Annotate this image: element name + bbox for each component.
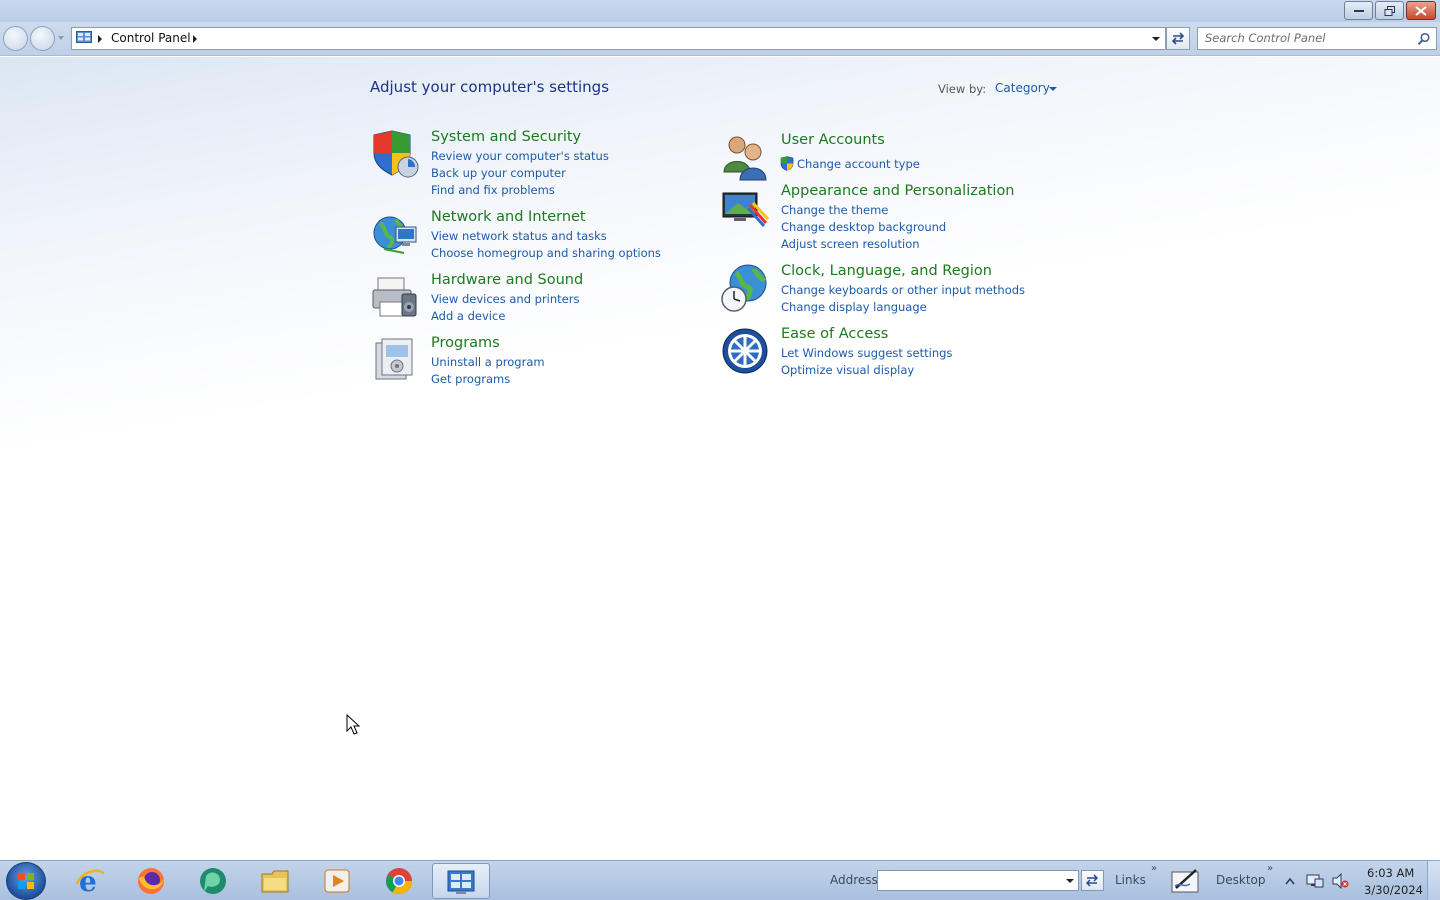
tablet-input-icon[interactable]	[1170, 866, 1202, 896]
close-button[interactable]	[1406, 1, 1436, 20]
link-uninstall-a-program[interactable]: Uninstall a program	[431, 355, 545, 369]
link-find-and-fix-problems[interactable]: Find and fix problems	[431, 183, 555, 197]
link-adjust-screen-resolution[interactable]: Adjust screen resolution	[781, 237, 920, 251]
forward-button[interactable]	[30, 26, 55, 51]
close-icon	[1415, 5, 1427, 16]
page-title: Adjust your computer's settings	[370, 78, 610, 96]
taskbar-media-player[interactable]	[309, 863, 365, 899]
go-icon	[1085, 874, 1099, 887]
chrome-icon	[385, 868, 413, 895]
breadcrumb-arrow-icon[interactable]	[98, 35, 102, 43]
network-tray-icon[interactable]	[1306, 873, 1324, 889]
start-button[interactable]	[6, 862, 46, 900]
taskbar-address-label: Address	[830, 873, 878, 887]
green-app-icon	[200, 868, 226, 894]
refresh-icon	[1171, 32, 1185, 45]
programs-icon[interactable]	[370, 335, 420, 385]
link-change-desktop-background[interactable]: Change desktop background	[781, 220, 946, 234]
minimize-button[interactable]	[1344, 1, 1373, 20]
address-dropdown-icon[interactable]	[1152, 37, 1160, 41]
desktop-chevron-icon[interactable]: »	[1267, 863, 1273, 874]
search-icon[interactable]	[1417, 32, 1431, 46]
taskbar-control-panel[interactable]	[432, 863, 490, 899]
show-hidden-icons-icon[interactable]	[1285, 877, 1295, 885]
restore-icon	[1384, 5, 1395, 16]
category-title-network-and-internet[interactable]: Network and Internet	[431, 209, 586, 225]
monitor-paint-icon[interactable]	[720, 183, 770, 233]
users-icon[interactable]	[720, 132, 770, 182]
search-box[interactable]	[1197, 27, 1437, 50]
link-change-display-language[interactable]: Change display language	[781, 300, 927, 314]
clock-date[interactable]: 3/30/2024	[1364, 883, 1423, 897]
taskbar-chrome[interactable]	[371, 863, 427, 899]
link-review-computer-status[interactable]: Review your computer's status	[431, 149, 609, 163]
breadcrumb-control-panel[interactable]: Control Panel	[111, 31, 191, 45]
refresh-button[interactable]	[1166, 27, 1190, 50]
link-get-programs[interactable]: Get programs	[431, 372, 510, 386]
media-player-icon	[324, 869, 350, 893]
link-back-up-computer[interactable]: Back up your computer	[431, 166, 566, 180]
category-title-user-accounts[interactable]: User Accounts	[781, 132, 885, 148]
view-by-dropdown[interactable]: Category	[995, 81, 1050, 95]
link-choose-homegroup[interactable]: Choose homegroup and sharing options	[431, 246, 661, 260]
link-add-a-device[interactable]: Add a device	[431, 309, 505, 323]
category-title-system-and-security[interactable]: System and Security	[431, 129, 581, 145]
link-change-account-type[interactable]: Change account type	[797, 157, 920, 171]
category-title-clock-language-and-region[interactable]: Clock, Language, and Region	[781, 263, 992, 279]
category-title-ease-of-access[interactable]: Ease of Access	[781, 326, 888, 342]
taskbar-green-app[interactable]	[185, 863, 241, 899]
view-by-label: View by:	[938, 82, 987, 96]
links-chevron-icon[interactable]: »	[1151, 863, 1157, 874]
category-title-hardware-and-sound[interactable]: Hardware and Sound	[431, 272, 583, 288]
link-let-windows-suggest-settings[interactable]: Let Windows suggest settings	[781, 346, 952, 360]
control-panel-icon	[447, 870, 475, 894]
mouse-cursor-icon	[346, 714, 360, 735]
link-optimize-visual-display[interactable]: Optimize visual display	[781, 363, 914, 377]
taskbar-address-input[interactable]	[877, 870, 1079, 891]
network-globe-icon[interactable]	[370, 209, 420, 259]
taskbar-go-button[interactable]	[1081, 870, 1104, 891]
chevron-down-icon[interactable]	[1049, 87, 1057, 91]
volume-muted-icon[interactable]	[1331, 873, 1349, 889]
printer-icon[interactable]	[370, 272, 420, 322]
taskbar-links-label[interactable]: Links	[1115, 873, 1146, 887]
restore-button[interactable]	[1375, 1, 1404, 20]
window-controls	[1342, 1, 1436, 20]
category-title-appearance-and-personalization[interactable]: Appearance and Personalization	[781, 183, 1015, 199]
taskbar-firefox[interactable]	[123, 863, 179, 899]
link-view-network-status[interactable]: View network status and tasks	[431, 229, 607, 243]
control-panel-content: Adjust your computer's settings View by:…	[0, 57, 1440, 860]
recent-pages-dropdown[interactable]	[58, 36, 64, 40]
control-panel-small-icon	[76, 31, 92, 43]
category-title-programs[interactable]: Programs	[431, 335, 500, 351]
address-bar[interactable]: Control Panel	[71, 27, 1166, 50]
back-button[interactable]	[3, 26, 28, 51]
shield-icon[interactable]	[370, 129, 420, 179]
search-input[interactable]	[1205, 31, 1410, 45]
minimize-icon	[1353, 9, 1364, 12]
internet-explorer-icon: e	[75, 866, 105, 896]
clock-time[interactable]: 6:03 AM	[1367, 866, 1414, 880]
taskbar: e Address Links » Desktop » 6:03 AM 3/30…	[0, 860, 1440, 900]
title-bar	[0, 0, 1440, 22]
breadcrumb-arrow-icon[interactable]	[193, 35, 197, 43]
show-desktop-button[interactable]	[1427, 861, 1440, 900]
taskbar-desktop-label[interactable]: Desktop	[1216, 873, 1266, 887]
link-change-the-theme[interactable]: Change the theme	[781, 203, 888, 217]
uac-shield-icon	[780, 156, 794, 171]
taskbar-file-explorer[interactable]	[247, 863, 303, 899]
link-view-devices-and-printers[interactable]: View devices and printers	[431, 292, 579, 306]
navigation-bar: Control Panel	[0, 22, 1440, 56]
address-dropdown-icon[interactable]	[1066, 879, 1074, 883]
link-change-keyboards[interactable]: Change keyboards or other input methods	[781, 283, 1025, 297]
firefox-icon	[138, 868, 164, 894]
file-explorer-icon	[261, 870, 289, 893]
windows-logo-icon	[18, 873, 34, 889]
globe-clock-icon[interactable]	[720, 263, 770, 313]
ease-of-access-icon[interactable]	[720, 326, 770, 376]
taskbar-internet-explorer[interactable]: e	[62, 863, 118, 899]
